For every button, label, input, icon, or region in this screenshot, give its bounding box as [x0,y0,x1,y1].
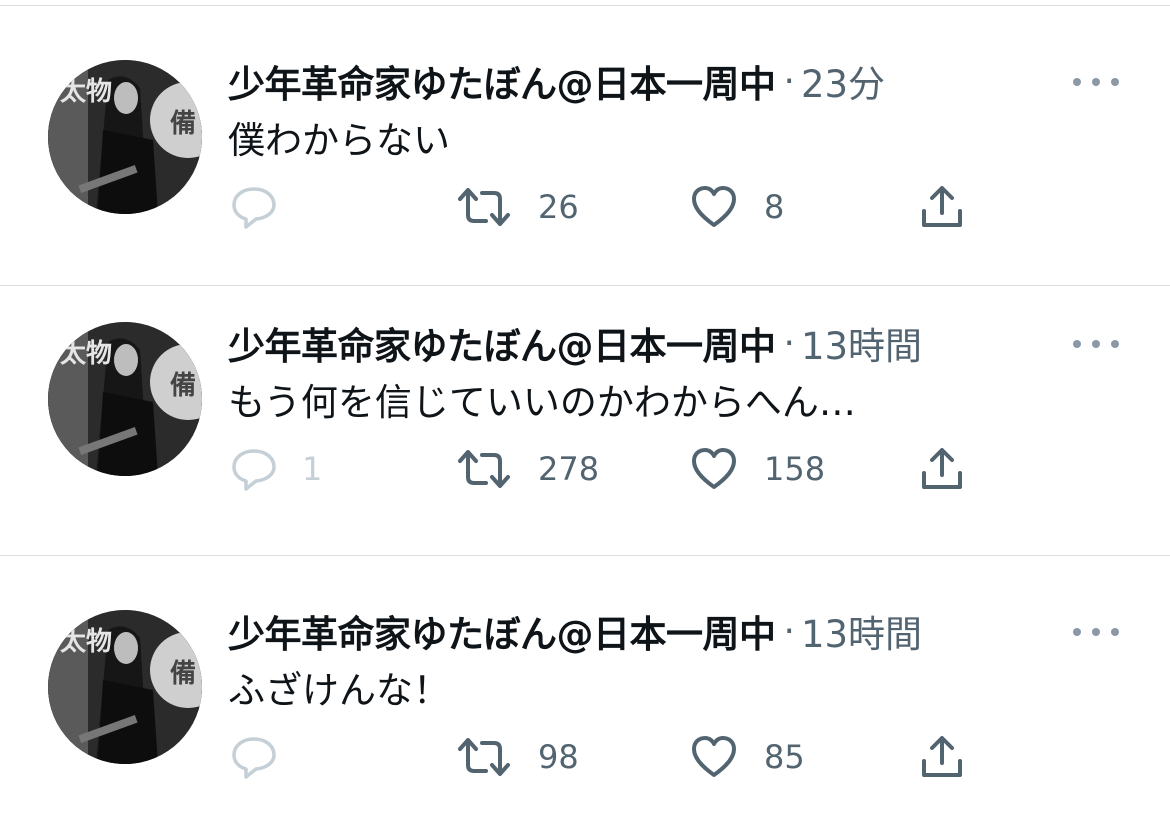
top-divider [0,5,1170,6]
tweet-text: 僕わからない [228,119,450,162]
like-icon [690,185,738,229]
like-count: 8 [764,188,785,226]
avatar-sign-text: 太物 [60,627,112,657]
author-name[interactable]: 少年革命家ゆたぼん@日本一周中 [228,54,776,108]
share-icon [918,183,966,231]
timestamp[interactable]: 13時間 [801,604,922,658]
avatar-sign-text: 備 [170,370,196,401]
like-button[interactable]: 8 [690,182,784,232]
retweet-icon [456,185,512,229]
like-icon [690,735,738,779]
separator: · [783,610,795,652]
avatar[interactable]: 太物 備 [48,322,202,476]
share-button[interactable] [918,732,966,782]
author-name[interactable]: 少年革命家ゆたぼん@日本一周中 [228,316,776,370]
retweet-icon [456,735,512,779]
action-bar: 98 85 [228,732,1028,782]
more-icon[interactable] [1073,338,1119,350]
retweet-button[interactable]: 278 [456,444,599,494]
tweet-text: ふざけんな！ [228,669,450,712]
avatar-sign-text: 太物 [60,77,112,107]
share-icon [918,733,966,781]
retweet-button[interactable]: 26 [456,182,579,232]
separator: · [783,60,795,102]
avatar-sign-text: 太物 [60,339,112,369]
like-count: 85 [764,738,805,776]
more-icon[interactable] [1073,626,1119,638]
tweet-text: もう何を信じていいのかわからへん… [228,381,856,424]
reply-button[interactable]: 1 [230,444,322,494]
divider [0,555,1170,556]
more-icon[interactable] [1073,76,1119,88]
share-button[interactable] [918,182,966,232]
tweet-header: 少年革命家ゆたぼん@日本一周中 · 13時間 [228,316,922,370]
avatar-sign-text: 備 [170,658,196,689]
like-button[interactable]: 158 [690,444,825,494]
reply-count: 1 [302,450,323,488]
action-bar: 26 8 [228,182,1028,232]
avatar-sign-text: 備 [170,108,196,139]
tweet-header: 少年革命家ゆたぼん@日本一周中 · 13時間 [228,604,922,658]
retweet-count: 98 [538,738,579,776]
reply-button[interactable] [230,182,302,232]
action-bar: 1 278 158 [228,444,1028,494]
timestamp[interactable]: 13時間 [801,316,922,370]
reply-icon [230,185,278,229]
tweet-header: 少年革命家ゆたぼん@日本一周中 · 23分 [228,54,885,108]
share-button[interactable] [918,444,966,494]
reply-button[interactable] [230,732,302,782]
divider [0,285,1170,286]
like-count: 158 [764,450,826,488]
retweet-button[interactable]: 98 [456,732,579,782]
like-button[interactable]: 85 [690,732,805,782]
avatar[interactable]: 太物 備 [48,60,202,214]
retweet-icon [456,447,512,491]
share-icon [918,445,966,493]
separator: · [783,322,795,364]
reply-icon [230,735,278,779]
retweet-count: 26 [538,188,579,226]
avatar[interactable]: 太物 備 [48,610,202,764]
like-icon [690,447,738,491]
author-name[interactable]: 少年革命家ゆたぼん@日本一周中 [228,604,776,658]
timestamp[interactable]: 23分 [801,54,885,108]
retweet-count: 278 [538,450,600,488]
reply-icon [230,447,278,491]
